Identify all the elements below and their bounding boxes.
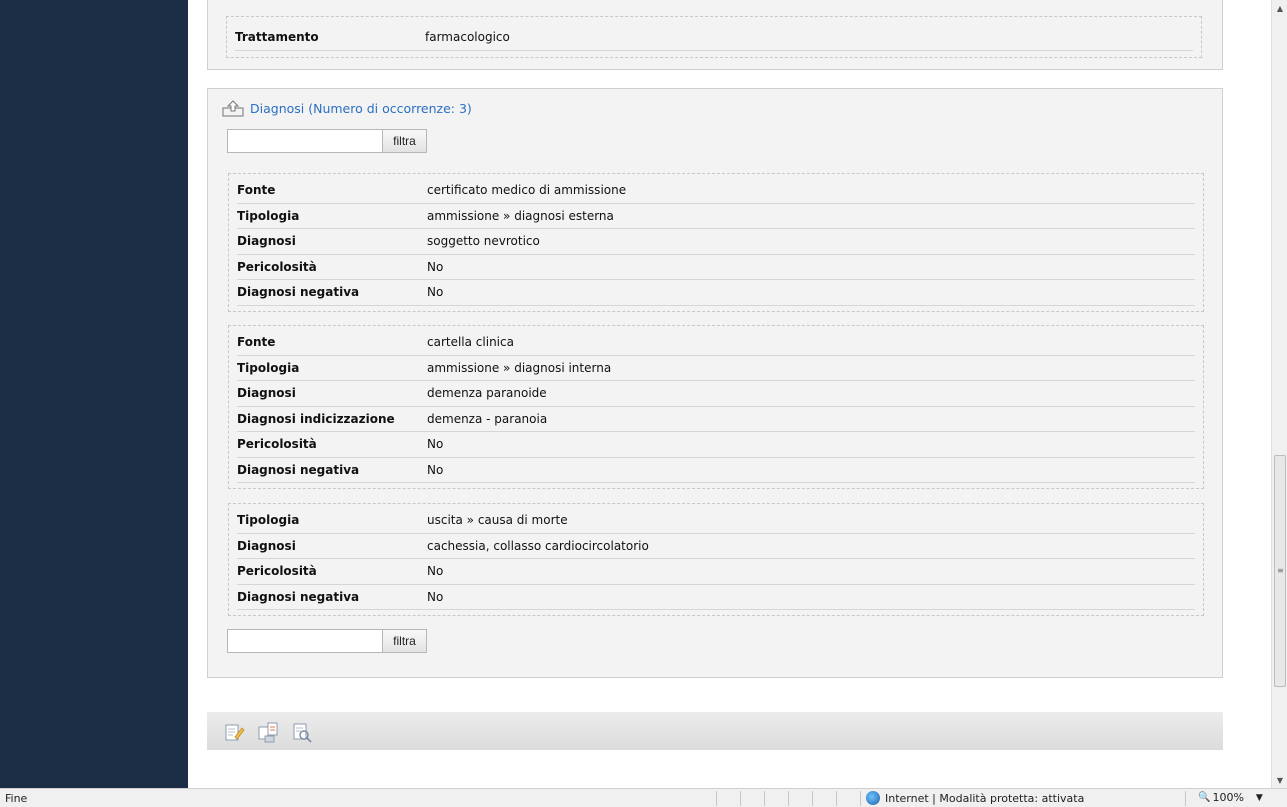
record-row: Diagnosi soggetto nevrotico <box>237 229 1195 255</box>
row-value: No <box>427 259 444 274</box>
collapse-up-icon <box>222 100 244 117</box>
vertical-scrollbar[interactable]: ▲ ≡ ▼ <box>1271 0 1287 788</box>
row-value: ammissione » diagnosi esterna <box>427 208 614 223</box>
record-row: Tipologia ammissione » diagnosi interna <box>237 356 1195 381</box>
treatment-record: Trattamento farmacologico <box>226 16 1202 58</box>
row-value: No <box>427 462 444 477</box>
filter-bottom: filtra <box>227 629 427 653</box>
action-bar <box>207 712 1223 750</box>
record-row: Tipologia ammissione » diagnosi esterna <box>237 204 1195 229</box>
row-value: No <box>427 589 444 604</box>
row-value: demenza - paranoia <box>427 411 548 426</box>
status-divider <box>836 791 837 806</box>
diagnosi-panel: Diagnosi (Numero di occorrenze: 3) filtr… <box>207 88 1223 678</box>
record-row: Diagnosi negativa No <box>237 585 1195 610</box>
row-value: ammissione » diagnosi interna <box>427 360 612 375</box>
row-label: Diagnosi negativa <box>237 589 360 604</box>
filter-input[interactable] <box>227 629 383 653</box>
row-value: No <box>427 437 444 452</box>
diagnosi-record-2: Fonte cartella clinica Tipologia ammission… <box>228 325 1204 489</box>
filter-input[interactable] <box>227 129 383 153</box>
chevron-down-icon: ▼ <box>1255 792 1263 803</box>
zone-text: Internet | Modalità protetta: attivata <box>885 791 1085 805</box>
status-divider <box>764 791 765 806</box>
row-label: Tipologia <box>237 360 300 375</box>
zoom-icon: 🔍 <box>1198 792 1211 803</box>
row-label: Diagnosi <box>237 234 296 249</box>
status-divider <box>788 791 789 806</box>
record-row: Diagnosi negativa No <box>237 280 1195 306</box>
treatment-panel: Trattamento farmacologico <box>207 0 1223 70</box>
preview-icon[interactable] <box>291 721 313 743</box>
status-divider <box>1185 791 1186 806</box>
row-label: Diagnosi negativa <box>237 462 360 477</box>
row-label: Tipologia <box>237 208 300 223</box>
scroll-thumb[interactable]: ≡ <box>1274 455 1286 687</box>
diagnosi-section-toggle[interactable]: Diagnosi (Numero di occorrenze: 3) <box>222 99 472 117</box>
record-row: Pericolosità No <box>237 432 1195 458</box>
row-value: demenza paranoide <box>427 386 547 401</box>
record-row: Pericolosità No <box>237 255 1195 280</box>
row-label: Fonte <box>237 335 276 350</box>
left-sidebar <box>0 0 188 788</box>
row-label: Diagnosi indicizzazione <box>237 411 395 426</box>
row-value: soggetto nevrotico <box>427 234 540 249</box>
row-label: Diagnosi <box>237 538 296 553</box>
zoom-control[interactable]: 🔍 100% ▼ <box>1198 791 1263 804</box>
status-divider <box>812 791 813 806</box>
record-row: Trattamento farmacologico <box>235 25 1193 51</box>
row-value: No <box>427 564 444 579</box>
record-row: Diagnosi negativa No <box>237 458 1195 483</box>
filter-button[interactable]: filtra <box>383 129 427 153</box>
diagnosi-record-3: Tipologia uscita » causa di morte Diagnos… <box>228 503 1204 616</box>
scroll-grip-icon: ≡ <box>1277 566 1284 575</box>
row-label: Diagnosi <box>237 386 296 401</box>
globe-icon <box>866 791 880 805</box>
export-icon[interactable] <box>257 721 279 743</box>
page-viewport: Trattamento farmacologico Diagnosi (Nume… <box>0 0 1271 788</box>
row-value: uscita » causa di morte <box>427 513 568 528</box>
zoom-level: 100% <box>1212 791 1244 804</box>
row-label: Diagnosi negativa <box>237 285 360 300</box>
status-divider <box>860 791 861 806</box>
row-label: Tipologia <box>237 513 300 528</box>
diagnosi-title: Diagnosi (Numero di occorrenze: 3) <box>250 100 472 116</box>
row-label: Pericolosità <box>237 437 317 452</box>
row-label: Pericolosità <box>237 564 317 579</box>
row-value: farmacologico <box>425 30 510 45</box>
record-row: Diagnosi demenza paranoide <box>237 381 1195 407</box>
record-row: Pericolosità No <box>237 559 1195 585</box>
status-divider <box>716 791 717 806</box>
row-label: Fonte <box>237 183 276 198</box>
record-row: Diagnosi indicizzazione demenza - paranoi… <box>237 407 1195 432</box>
status-divider <box>740 791 741 806</box>
status-bar: Fine Internet | Modalità protetta: attiv… <box>0 788 1287 807</box>
record-row: Fonte cartella clinica <box>237 330 1195 356</box>
security-zone[interactable]: Internet | Modalità protetta: attivata <box>866 791 1084 805</box>
diagnosi-record-1: Fonte certificato medico di ammissione Ti… <box>228 173 1204 312</box>
row-label: Pericolosità <box>237 259 317 274</box>
scroll-down-arrow-icon[interactable]: ▼ <box>1272 772 1287 788</box>
row-value: cachessia, collasso cardiocircolatorio <box>427 538 649 553</box>
record-row: Tipologia uscita » causa di morte <box>237 508 1195 534</box>
row-value: cartella clinica <box>427 335 514 350</box>
record-row: Fonte certificato medico di ammissione <box>237 178 1195 204</box>
record-row: Diagnosi cachessia, collasso cardiocircol… <box>237 534 1195 559</box>
filter-top: filtra <box>227 129 427 153</box>
row-value: certificato medico di ammissione <box>427 183 627 198</box>
row-value: No <box>427 285 444 300</box>
row-label: Trattamento <box>235 30 319 45</box>
filter-button[interactable]: filtra <box>383 629 427 653</box>
scroll-up-arrow-icon[interactable]: ▲ <box>1272 0 1287 16</box>
status-text: Fine <box>5 792 28 805</box>
edit-icon[interactable] <box>223 721 245 743</box>
